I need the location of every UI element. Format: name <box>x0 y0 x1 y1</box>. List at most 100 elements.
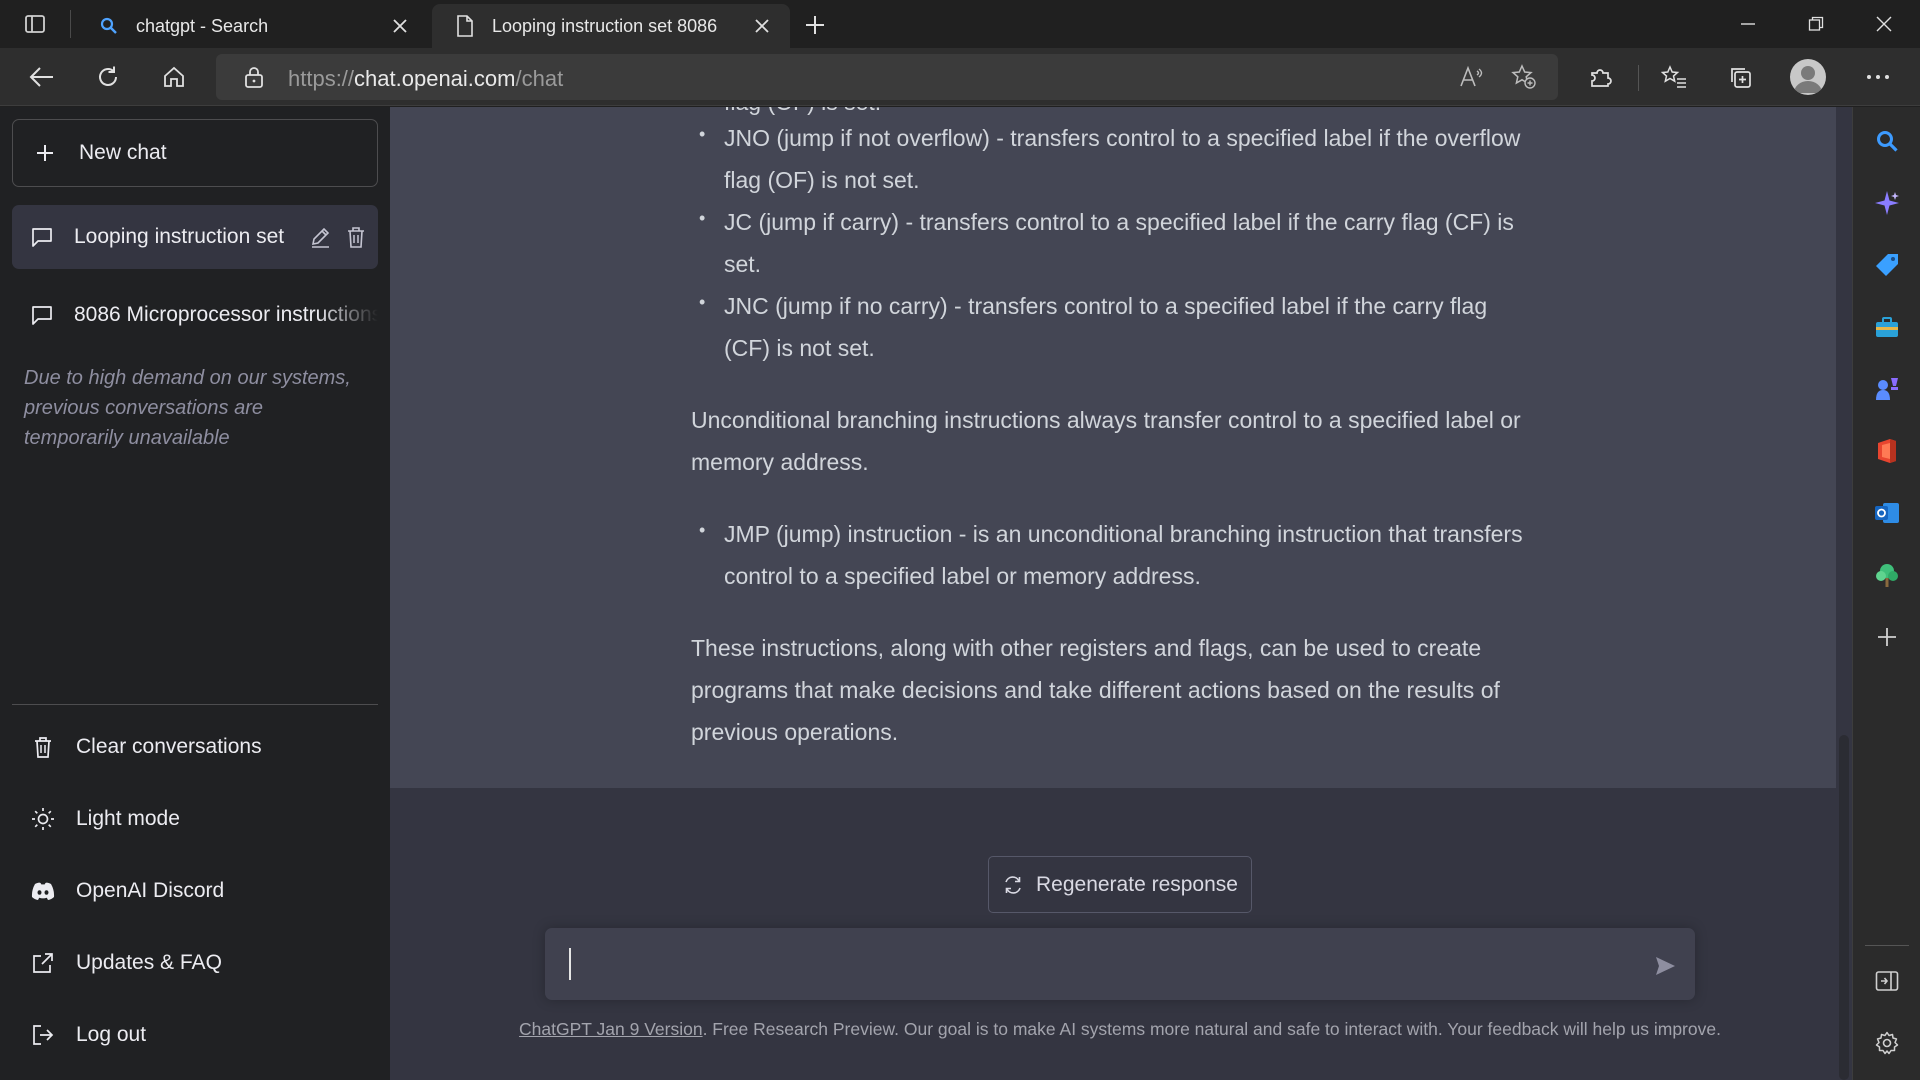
footer-disclaimer: ChatGPT Jan 9 Version. Free Research Pre… <box>450 1019 1790 1040</box>
url-path: /chat <box>515 66 564 91</box>
tab-title: chatgpt - Search <box>136 15 269 36</box>
close-window-button[interactable] <box>1856 6 1912 42</box>
minimize-window-button[interactable] <box>1720 6 1776 42</box>
version-link[interactable]: ChatGPT Jan 9 Version <box>519 1019 703 1039</box>
profile-avatar[interactable] <box>1790 59 1826 95</box>
conversation-item-selected[interactable]: Looping instruction set <box>12 205 378 269</box>
search-icon <box>1877 131 1898 152</box>
games-icon <box>1876 378 1898 400</box>
new-tab-button[interactable] <box>800 10 830 40</box>
regenerate-icon <box>1002 874 1024 896</box>
send-icon[interactable] <box>1651 952 1679 980</box>
tab-chatgpt-search[interactable]: chatgpt - Search <box>76 4 428 48</box>
hide-sidebar-button[interactable] <box>1867 961 1907 1001</box>
sidebar-outlook-button[interactable] <box>1867 493 1907 533</box>
puzzle-icon <box>1591 69 1612 87</box>
partial-text-line: flag (OF) is set. <box>691 107 1531 117</box>
conversation-title: 8086 Microprocessor instructions <box>74 303 378 326</box>
sidebar-search-button[interactable] <box>1867 121 1907 161</box>
back-button[interactable] <box>22 59 62 95</box>
tools-icon <box>1876 317 1898 337</box>
logout-icon <box>30 1022 56 1048</box>
edge-sidebar-separator <box>1865 945 1909 946</box>
sidebar-office-button[interactable] <box>1867 431 1907 471</box>
address-bar[interactable]: https://chat.openai.com/chat <box>216 54 1558 100</box>
plus-icon <box>806 16 824 34</box>
sidebar-add-button[interactable] <box>1867 617 1907 657</box>
url-scheme: https:// <box>288 66 355 91</box>
extensions-button[interactable] <box>1580 59 1620 95</box>
updates-faq-link[interactable]: Updates & FAQ <box>12 933 378 993</box>
regenerate-response-button[interactable]: Regenerate response <box>988 856 1252 913</box>
menu-label: OpenAI Discord <box>76 879 225 902</box>
bing-search-icon <box>98 15 120 37</box>
chat-scrollbar-thumb[interactable] <box>1839 735 1849 1080</box>
conversation-item[interactable]: 8086 Microprocessor instructions <box>12 283 378 347</box>
close-tab-icon[interactable] <box>750 14 774 38</box>
page-icon <box>454 15 476 37</box>
chat-sidebar: New chat Looping instruction set 8086 Mi… <box>0 107 390 1080</box>
openai-discord-link[interactable]: OpenAI Discord <box>12 861 378 921</box>
sidebar-shopping-button[interactable] <box>1867 245 1907 285</box>
sidebar-settings-button[interactable] <box>1867 1023 1907 1063</box>
tab-looping-instruction-set[interactable]: Looping instruction set 8086 <box>432 4 790 48</box>
tab-title: Looping instruction set 8086 <box>492 15 718 36</box>
copilot-icon <box>1875 191 1899 215</box>
shopping-icon <box>1876 254 1898 276</box>
restore-window-button[interactable] <box>1788 6 1844 42</box>
new-chat-button[interactable]: New chat <box>12 119 378 187</box>
settings-icon <box>1875 1031 1899 1055</box>
browser-toolbar: https://chat.openai.com/chat <box>0 48 1920 106</box>
edit-icon[interactable] <box>306 223 334 251</box>
log-out-button[interactable]: Log out <box>12 1005 378 1065</box>
add-icon <box>1878 628 1896 646</box>
regenerate-label: Regenerate response <box>1036 872 1238 896</box>
menu-label: Light mode <box>76 807 180 830</box>
sidebar-copilot-button[interactable] <box>1867 183 1907 223</box>
favorites-icon <box>1661 65 1686 88</box>
sidebar-tools-button[interactable] <box>1867 307 1907 347</box>
browser-tab-strip: chatgpt - Search Looping instruction set… <box>0 0 1920 48</box>
chat-main: flag (OF) is set. JNO (jump if not overf… <box>390 107 1852 1080</box>
message-input[interactable] <box>545 928 1695 1000</box>
partial-line-text: flag (OF) is set. <box>724 107 881 115</box>
close-tab-icon[interactable] <box>388 14 412 38</box>
external-link-icon <box>30 950 56 976</box>
sidebar-tree-button[interactable] <box>1867 555 1907 595</box>
tree-icon <box>1876 564 1898 587</box>
star-add-icon <box>1511 64 1536 89</box>
assistant-message: flag (OF) is set. JNO (jump if not overf… <box>390 107 1836 788</box>
footer-text: . Free Research Preview. Our goal is to … <box>702 1019 1721 1039</box>
url-text: https://chat.openai.com/chat <box>288 66 563 92</box>
list-item: JNC (jump if no carry) - transfers contr… <box>691 281 1531 369</box>
plus-icon <box>33 144 57 162</box>
assistant-message-text: flag (OF) is set. JNO (jump if not overf… <box>691 107 1531 753</box>
more-horizontal-icon <box>1867 75 1889 79</box>
lock-icon[interactable] <box>242 65 266 89</box>
trash-icon[interactable] <box>342 223 370 251</box>
home-button[interactable] <box>154 59 194 95</box>
discord-icon <box>30 878 56 904</box>
clear-conversations-button[interactable]: Clear conversations <box>12 717 378 777</box>
restore-icon <box>1808 16 1824 31</box>
add-favorite-button[interactable] <box>1506 62 1542 92</box>
refresh-icon <box>99 66 117 86</box>
conversation-title: Looping instruction set <box>74 225 285 248</box>
paragraph: These instructions, along with other reg… <box>691 635 1500 745</box>
sun-icon <box>30 806 56 832</box>
favorites-button[interactable] <box>1654 59 1694 95</box>
edge-sidebar <box>1852 107 1920 1080</box>
sidebar-games-button[interactable] <box>1867 369 1907 409</box>
read-aloud-button[interactable] <box>1454 62 1490 92</box>
home-icon <box>164 66 184 87</box>
list-item: JC (jump if carry) - transfers control t… <box>691 197 1531 285</box>
menu-label: Updates & FAQ <box>76 951 222 974</box>
light-mode-button[interactable]: Light mode <box>12 789 378 849</box>
outlook-icon <box>1875 503 1899 523</box>
settings-and-more-button[interactable] <box>1858 59 1898 95</box>
refresh-button[interactable] <box>88 59 128 95</box>
collections-button[interactable] <box>1720 59 1760 95</box>
tab-actions-menu-button[interactable] <box>20 10 50 38</box>
url-host: chat.openai.com <box>354 66 516 91</box>
menu-label: Clear conversations <box>76 735 262 758</box>
